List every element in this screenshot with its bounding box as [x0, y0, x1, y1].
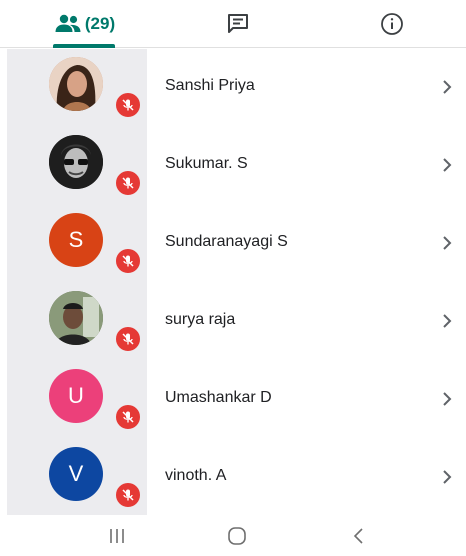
photo-placeholder-icon: [49, 57, 103, 111]
mic-off-icon: [122, 411, 134, 423]
participant-name: Sanshi Priya: [165, 77, 255, 94]
participant-name: Sundaranayagi S: [165, 233, 288, 250]
avatar-initial: S: [68, 227, 84, 252]
mic-off-icon: [122, 99, 134, 111]
chevron-right-icon: [443, 392, 452, 406]
participants-count: (29): [84, 14, 116, 33]
chevron-right-icon: [443, 158, 452, 172]
muted-badge: [114, 169, 142, 197]
avatar-initial: V: [68, 461, 84, 486]
mic-off-icon: [122, 333, 134, 345]
mic-off-icon: [122, 255, 134, 267]
participant-avatar-photo: [49, 291, 103, 345]
participant-row[interactable]: Sanshi Priya: [0, 49, 466, 127]
chevron-right-icon: [443, 314, 452, 328]
participant-name: surya raja: [165, 311, 236, 328]
tab-chat[interactable]: [200, 0, 276, 48]
chevron-right-icon: [443, 80, 452, 94]
chevron-right-icon: [443, 470, 452, 484]
muted-badge: [114, 247, 142, 275]
muted-badge: [114, 91, 142, 119]
muted-badge: [114, 325, 142, 353]
meeting-participants-screen: (29) Sanshi Priya Sukumar. S S Sundarana…: [0, 0, 466, 556]
participant-row[interactable]: surya raja: [0, 283, 466, 361]
mic-off-icon: [122, 489, 134, 501]
info-icon: [381, 13, 403, 35]
participant-avatar-initial: V: [49, 447, 103, 501]
chat-icon: [228, 14, 248, 33]
mic-off-icon: [122, 177, 134, 189]
participant-avatar-photo: [49, 135, 103, 189]
home-button[interactable]: [224, 524, 250, 548]
photo-placeholder-icon: [49, 291, 103, 345]
photo-placeholder-icon: [49, 135, 103, 189]
tab-info[interactable]: [350, 0, 434, 48]
avatar-initial: U: [68, 383, 84, 408]
chevron-right-icon: [443, 236, 452, 250]
participant-row[interactable]: U Umashankar D: [0, 361, 466, 439]
back-button[interactable]: [346, 524, 372, 548]
participant-row[interactable]: V vinoth. A: [0, 439, 466, 517]
tab-participants[interactable]: (29): [40, 0, 130, 48]
participant-avatar-initial: S: [49, 213, 103, 267]
recent-apps-button[interactable]: [104, 524, 130, 548]
participant-row[interactable]: Sukumar. S: [0, 127, 466, 205]
recent-apps-icon: [110, 529, 124, 543]
system-nav-bar: [0, 516, 466, 556]
participant-row[interactable]: S Sundaranayagi S: [0, 205, 466, 283]
participant-name: vinoth. A: [165, 467, 227, 484]
participant-avatar-initial: U: [49, 369, 103, 423]
participant-name: Sukumar. S: [165, 155, 248, 172]
participant-avatar-photo: [49, 57, 103, 111]
participant-name: Umashankar D: [165, 389, 272, 406]
active-tab-indicator: [53, 44, 115, 48]
back-icon: [353, 528, 363, 544]
tab-bar: (29): [0, 0, 466, 48]
muted-badge: [114, 403, 142, 431]
muted-badge: [114, 481, 142, 509]
participant-list[interactable]: Sanshi Priya Sukumar. S S Sundaranayagi …: [0, 49, 466, 515]
people-icon: [55, 14, 81, 32]
home-icon: [228, 527, 246, 545]
